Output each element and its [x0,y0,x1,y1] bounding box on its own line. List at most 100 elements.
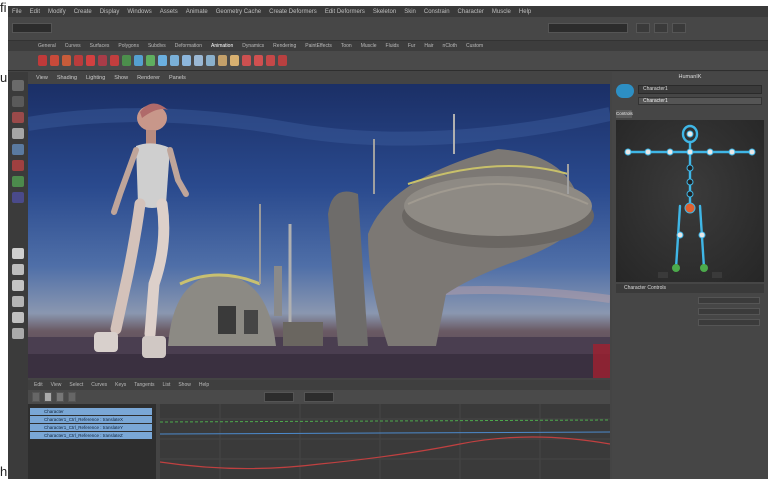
key-scale-icon[interactable] [74,55,83,66]
layout-four-icon[interactable] [12,264,24,275]
layout-side-icon[interactable] [12,280,24,291]
ipr-button[interactable] [672,23,686,33]
shelf-tab[interactable]: nCloth [443,43,457,49]
character-icon[interactable] [134,55,143,66]
viewport-menu-item[interactable]: Shading [57,75,77,81]
menu-item[interactable]: Help [519,9,531,15]
outliner-row[interactable]: Character1_Ctrl_Reference : translateY [30,424,152,431]
shelf-tab[interactable]: Muscle [361,43,377,49]
ik-handle-icon[interactable] [206,55,215,66]
viewport-menu-item[interactable]: Show [114,75,128,81]
menu-set-dropdown[interactable] [12,23,52,33]
render-button[interactable] [636,23,650,33]
key-rotate-icon[interactable] [62,55,71,66]
menu-item[interactable]: Windows [127,9,151,15]
outliner-row[interactable]: Character1_Ctrl_Reference : translateZ [30,432,152,439]
shelf-tab[interactable]: Polygons [118,43,139,49]
paint-select-icon[interactable] [12,112,24,123]
viewport-menu-item[interactable]: View [36,75,48,81]
render-settings-button[interactable] [654,23,668,33]
lattice-icon[interactable] [266,55,275,66]
menu-item[interactable]: Skin [404,9,416,15]
shelf-tab[interactable]: Dynamics [242,43,264,49]
shelf-tab[interactable]: Rendering [273,43,296,49]
last-tool-icon[interactable] [12,192,24,203]
menu-item[interactable]: Character [458,9,484,15]
scale-tool-icon[interactable] [12,160,24,171]
graph-tool-button[interactable] [44,392,52,402]
rotate-tool-icon[interactable] [12,144,24,155]
select-tool-icon[interactable] [12,80,24,91]
stats-field[interactable] [304,392,334,402]
playblast-icon[interactable] [158,55,167,66]
menu-item[interactable]: Edit [30,9,40,15]
menu-item[interactable]: Geometry Cache [216,9,261,15]
menu-item[interactable]: Constrain [424,9,450,15]
shelf-tab-active[interactable]: Animation [211,43,233,49]
graph-editor-icon[interactable] [98,55,107,66]
menu-item[interactable]: Skeleton [373,9,396,15]
graph-editor-canvas[interactable] [160,404,610,479]
shelf-tab[interactable]: General [38,43,56,49]
graph-menu-item[interactable]: Keys [115,382,126,388]
set-key-icon[interactable] [38,55,47,66]
shelf-tab[interactable]: Curves [65,43,81,49]
shelf-tab[interactable]: Fluids [386,43,399,49]
viewport-menu-item[interactable]: Renderer [137,75,160,81]
viewport-menu-item[interactable]: Lighting [86,75,105,81]
menu-item[interactable]: Edit Deformers [325,9,365,15]
joint-tool-icon[interactable] [194,55,203,66]
graph-menu-item[interactable]: Show [178,382,191,388]
rig-icon[interactable] [242,55,251,66]
character-controls-section[interactable]: Character Controls [616,284,764,293]
lasso-tool-icon[interactable] [12,96,24,107]
menu-item[interactable]: Animate [186,9,208,15]
menu-item[interactable]: File [12,9,22,15]
graph-menu-item[interactable]: Edit [34,382,43,388]
property-field[interactable] [698,319,760,326]
source-dropdown[interactable]: Character1 [638,97,762,105]
graph-tool-button[interactable] [32,392,40,402]
trax-editor-icon[interactable] [122,55,131,66]
graph-menu-item[interactable]: Help [199,382,209,388]
graph-tool-button[interactable] [68,392,76,402]
layout-custom-icon[interactable] [12,328,24,339]
shelf-tab[interactable]: Toon [341,43,352,49]
motion-path-icon[interactable] [146,55,155,66]
shelf-tab[interactable]: Deformation [175,43,202,49]
layout-single-icon[interactable] [12,248,24,259]
graph-menu-item[interactable]: Curves [91,382,107,388]
menu-item[interactable]: Create [74,9,92,15]
manipulator-icon[interactable] [12,176,24,187]
shelf-tab[interactable]: Subdivs [148,43,166,49]
key-translate-icon[interactable] [50,55,59,66]
property-field[interactable] [698,308,760,315]
ghost-icon[interactable] [170,55,179,66]
shelf-tab[interactable]: PaintEffects [305,43,332,49]
menu-item[interactable]: Display [100,9,120,15]
character-dropdown[interactable]: Character1 [638,85,762,94]
menu-item[interactable]: Create Deformers [269,9,317,15]
graph-menu-item[interactable]: Tangents [134,382,154,388]
blendshape-icon[interactable] [278,55,287,66]
perspective-viewport[interactable] [28,84,610,378]
menu-item[interactable]: Modify [48,9,66,15]
shelf-tab[interactable]: Hair [424,43,433,49]
outliner-row[interactable]: Character [30,408,152,415]
shelf-tab[interactable]: Surfaces [90,43,110,49]
layout-persp-graph-icon[interactable] [12,296,24,307]
constraint-icon[interactable] [230,55,239,66]
dope-sheet-icon[interactable] [110,55,119,66]
move-tool-icon[interactable] [12,128,24,139]
stats-field[interactable] [264,392,294,402]
controls-tab[interactable]: Controls [616,110,633,118]
skin-bind-icon[interactable] [218,55,227,66]
outliner-row[interactable]: Character1_Ctrl_Reference : translateX [30,416,152,423]
graph-menu-item[interactable]: View [51,382,62,388]
breakdown-key-icon[interactable] [86,55,95,66]
menu-item[interactable]: Muscle [492,9,511,15]
cluster-icon[interactable] [254,55,263,66]
graph-menu-item[interactable]: Select [69,382,83,388]
input-field[interactable] [548,23,628,33]
menu-item[interactable]: Assets [160,9,178,15]
